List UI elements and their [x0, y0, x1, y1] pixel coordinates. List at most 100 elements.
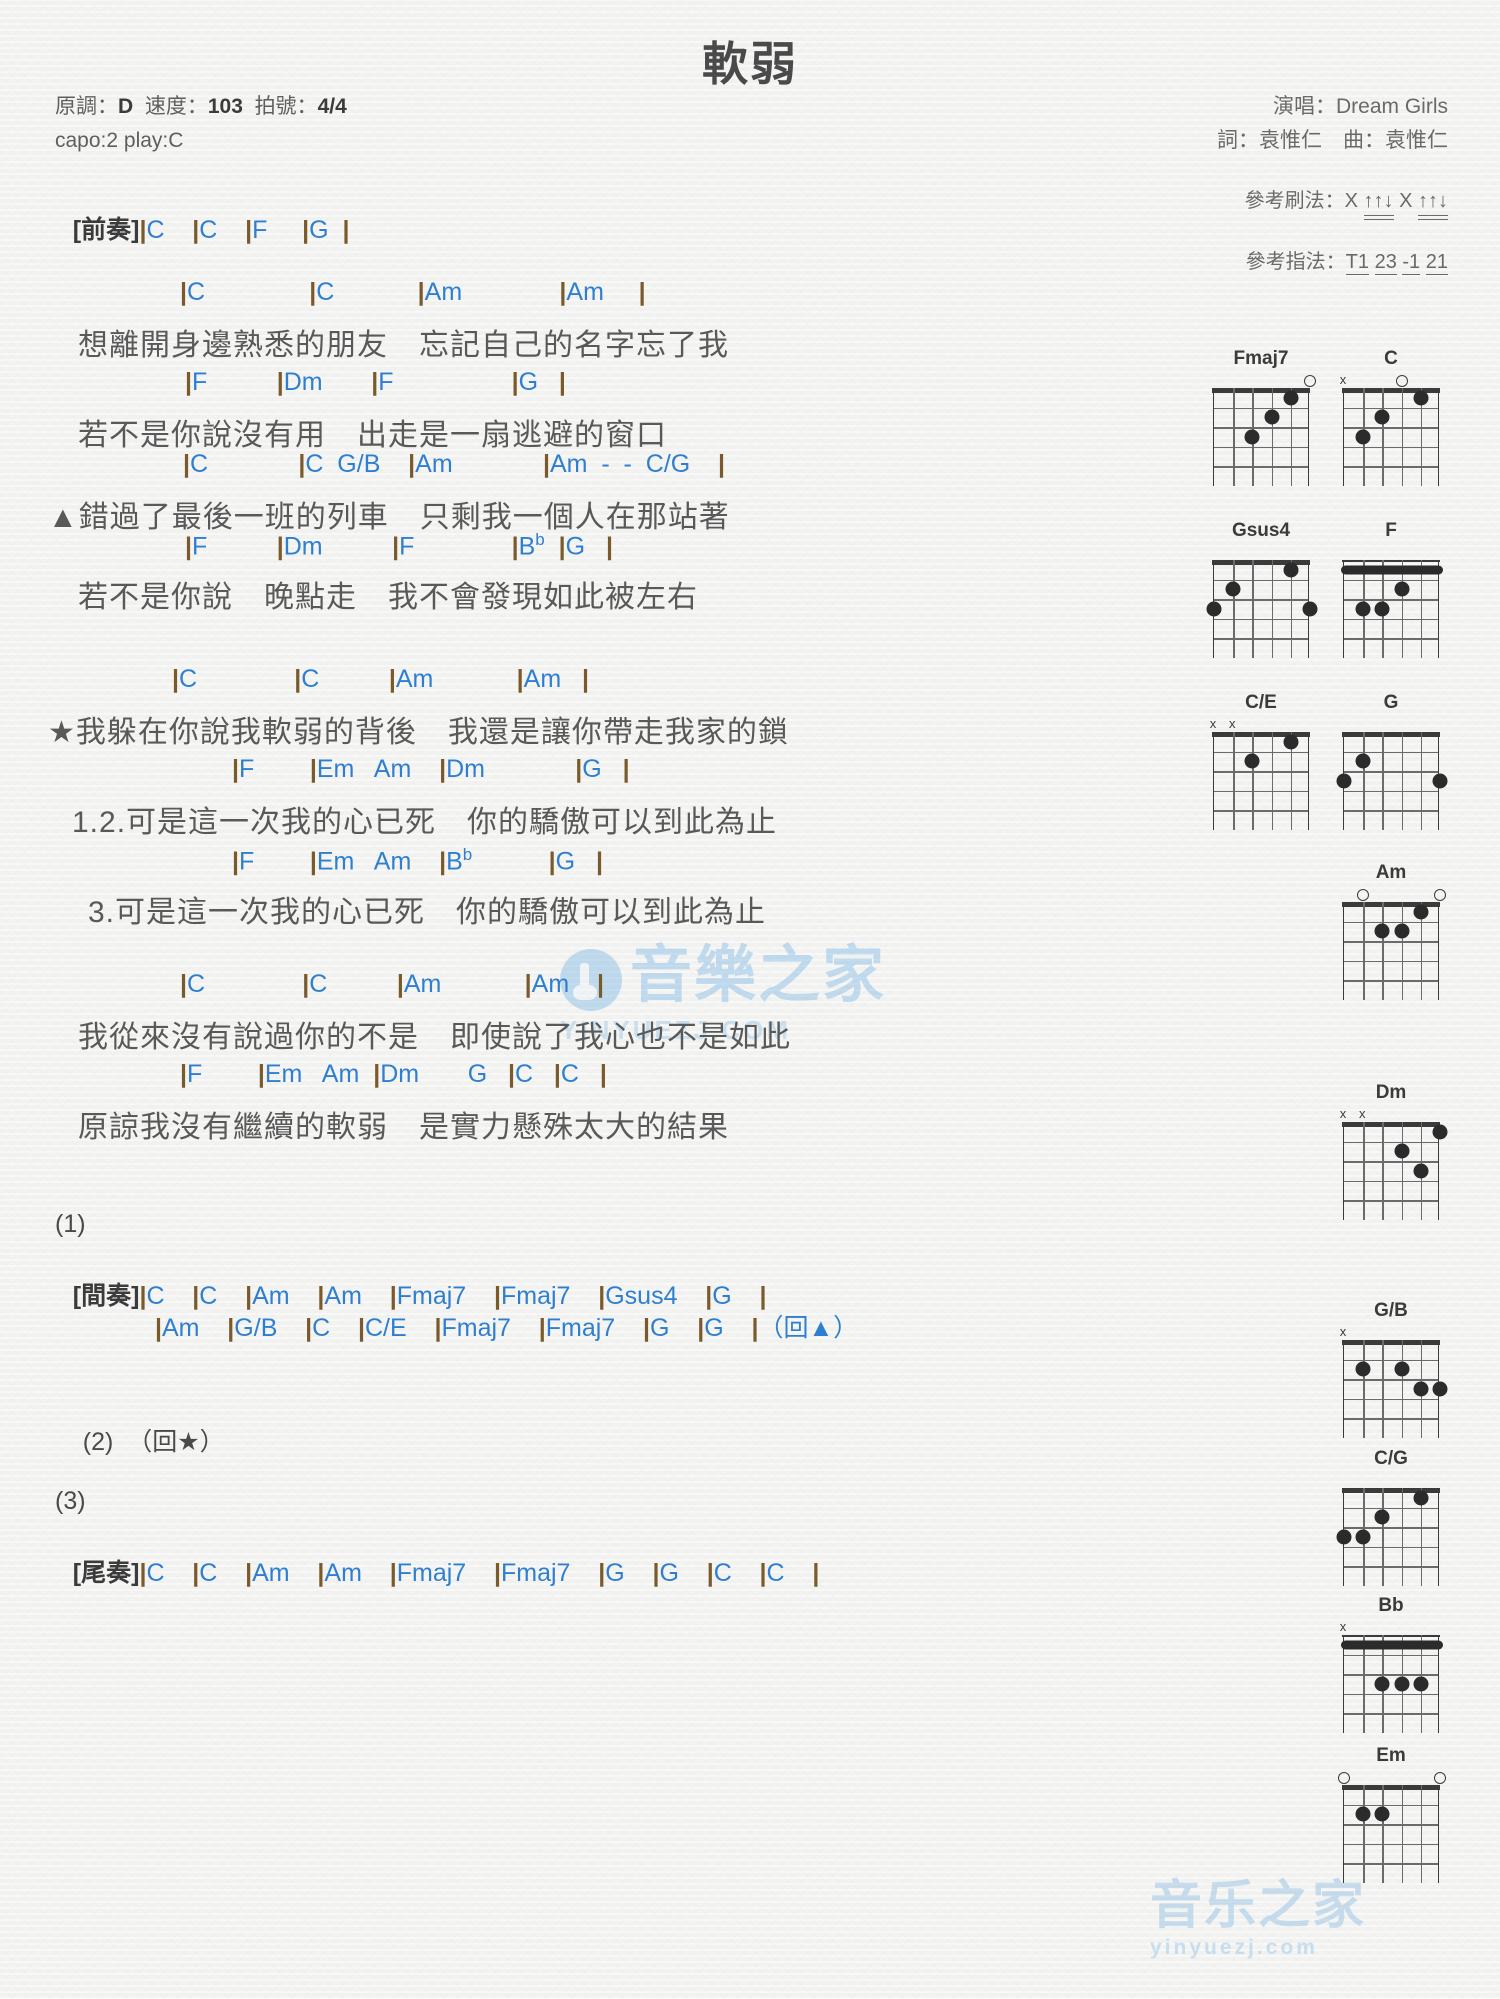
chord-fretboard: [1336, 732, 1448, 830]
muted-string-icon: x: [1228, 716, 1236, 731]
interlude-chords-2: |Am |G/B |C |C/E |Fmaj7 |Fmaj7 |G |G |（回…: [155, 1314, 859, 1342]
chord-diagram-c: Cx: [1335, 348, 1447, 486]
verse2-chordline-1: |C |C G/B |Am |Am - - C/G |: [183, 450, 726, 478]
finger-dot: [1355, 429, 1371, 445]
chord-fretboard: [1342, 1785, 1440, 1883]
chord-string-markers: [1343, 887, 1446, 902]
finger-dot: [1413, 1381, 1429, 1397]
finger-dot: [1394, 1676, 1410, 1692]
finger-dot: [1413, 1490, 1429, 1506]
finger-dot: [1394, 1361, 1410, 1377]
finger-dot: [1413, 390, 1429, 406]
intro-row: [前奏]|C |C |F |G |: [55, 192, 350, 264]
finger-dot: [1244, 753, 1260, 769]
chord-diagram-name: Dm: [1375, 1082, 1407, 1103]
chord-diagram-fmaj7: Fmaj7: [1205, 348, 1317, 486]
muted-string-icon: x: [1209, 716, 1217, 731]
chorus-lyric-1: ★我躲在你說我軟弱的背後 我還是讓你帶走我家的鎖: [48, 716, 789, 749]
nut: [1342, 1340, 1440, 1345]
finger-dot: [1244, 429, 1260, 445]
chord-string-markers: [1343, 545, 1439, 560]
muted-string-icon: x: [1358, 1106, 1366, 1121]
verse3-chordline-1: |C |C |Am |Am |: [180, 970, 604, 998]
finger-dot: [1336, 773, 1352, 789]
chorus-lyric-3: 3.可是這一次我的心已死 你的驕傲可以到此為止: [88, 896, 767, 929]
barre-bar: [1341, 565, 1443, 575]
barre-bar: [1341, 1640, 1443, 1650]
verse1-lyric-1: 想離開身邊熟悉的朋友 忘記自己的名字忘了我: [78, 329, 729, 362]
chord-diagram-name: Fmaj7: [1233, 348, 1289, 369]
meta-key-value: D: [118, 95, 134, 118]
verse1-lyric-2: 若不是你說沒有用 出走是一扇逃避的窗口: [78, 419, 667, 452]
finger-dot: [1394, 923, 1410, 939]
chord-diagram-bb: Bb x: [1335, 1595, 1447, 1733]
chord-diagram-name: C/G: [1374, 1448, 1408, 1469]
nut: [1342, 1635, 1440, 1637]
chord-string-markers: xx: [1209, 716, 1309, 732]
finger-dot: [1432, 773, 1448, 789]
intro-label: [前奏]: [72, 216, 140, 244]
interlude-label: [間奏]: [72, 1282, 140, 1310]
muted-string-icon: x: [1339, 1324, 1347, 1339]
meta-tempo-label: 速度：: [144, 95, 208, 118]
chord-diagram-name: Am: [1375, 862, 1407, 883]
chord-fretboard: [1342, 902, 1440, 1000]
meta-capo-row: capo:2 play:C: [55, 129, 184, 153]
verse3-lyric-2: 原諒我沒有繼續的軟弱 是實力懸殊太大的結果: [78, 1111, 729, 1144]
finger-dot: [1283, 390, 1299, 406]
interlude-chords-1: |C |C |Am |Am |Fmaj7 |Fmaj7 |Gsus4 |G |: [139, 1282, 767, 1310]
chord-fretboard: [1341, 560, 1443, 658]
muted-string-icon: x: [1339, 372, 1347, 387]
open-string-icon: [1357, 889, 1370, 901]
finger-dot: [1225, 581, 1241, 597]
muted-string-icon: x: [1339, 1106, 1347, 1121]
chord-diagram-name: C/E: [1245, 692, 1277, 713]
open-string-icon: [1338, 1772, 1350, 1784]
chorus-chordline-3: |F |Em Am |Bb |G |: [232, 845, 603, 876]
open-string-icon: [1395, 375, 1408, 387]
outro-chords: |C |C |Am |Am |Fmaj7 |Fmaj7 |G |G |C |C …: [139, 1559, 820, 1587]
chord-diagram-panel: Fmaj7 Cx Gsus4 F C/E x x G Am Dm x x G/B x C/…: [1160, 0, 1500, 1999]
outro-label: [尾奏]: [72, 1559, 140, 1587]
meta-time-label: 拍號：: [254, 95, 318, 118]
chord-diagram-name: Bb: [1378, 1595, 1404, 1616]
chord-diagram-name: Em: [1376, 1745, 1406, 1766]
chord-diagram-gsus4: Gsus4: [1205, 520, 1318, 658]
chord-fretboard: [1342, 1340, 1448, 1438]
meta-tempo-value: 103: [207, 95, 243, 118]
finger-dot: [1283, 734, 1299, 750]
finger-dot: [1355, 601, 1371, 617]
chord-string-markers: xx: [1339, 1106, 1439, 1122]
chorus-chordline-2: |F |Em Am |Dm |G |: [232, 755, 630, 783]
finger-dot: [1264, 409, 1280, 425]
chord-string-markers: x: [1339, 372, 1439, 388]
chorus-chordline-1: |C |C |Am |Am |: [172, 665, 590, 693]
chord-fretboard: [1212, 732, 1310, 830]
outro-row: [尾奏]|C |C |Am |Am |Fmaj7 |Fmaj7 |G |G |C…: [55, 1535, 820, 1607]
open-string-icon: [1304, 375, 1316, 387]
muted-string-icon: x: [1339, 1619, 1347, 1634]
nut: [1342, 1122, 1440, 1127]
finger-dot: [1374, 1806, 1390, 1822]
chord-diagram-name: G: [1383, 692, 1399, 713]
chord-diagram-gb: G/B x: [1335, 1300, 1448, 1438]
chord-diagram-name: Gsus4: [1231, 520, 1291, 541]
finger-dot: [1394, 1143, 1410, 1159]
finger-dot: [1355, 1806, 1371, 1822]
chord-diagram-g: G: [1335, 692, 1448, 830]
chorus-lyric-2: 1.2.可是這一次我的心已死 你的驕傲可以到此為止: [72, 806, 778, 839]
verse1-chordline-1: |C |C |Am |Am |: [180, 278, 646, 306]
chord-string-markers: [1343, 1473, 1439, 1488]
chord-fretboard: [1342, 388, 1440, 486]
chord-fretboard: [1341, 1635, 1443, 1733]
finger-dot: [1355, 753, 1371, 769]
finger-dot: [1374, 601, 1390, 617]
chord-diagram-name: F: [1385, 520, 1397, 541]
chord-fretboard: [1212, 388, 1310, 486]
verse2-chordline-2: |F |Dm |F |Bb |G |: [185, 530, 613, 561]
open-string-icon: [1434, 889, 1446, 901]
ending-2-row: (2) （回★）: [55, 1393, 225, 1487]
chord-diagram-cg: C/G: [1335, 1448, 1447, 1586]
nut: [1342, 1785, 1440, 1790]
verse3-lyric-1: 我從來沒有說過你的不是 即使說了我心也不是如此: [78, 1021, 791, 1054]
